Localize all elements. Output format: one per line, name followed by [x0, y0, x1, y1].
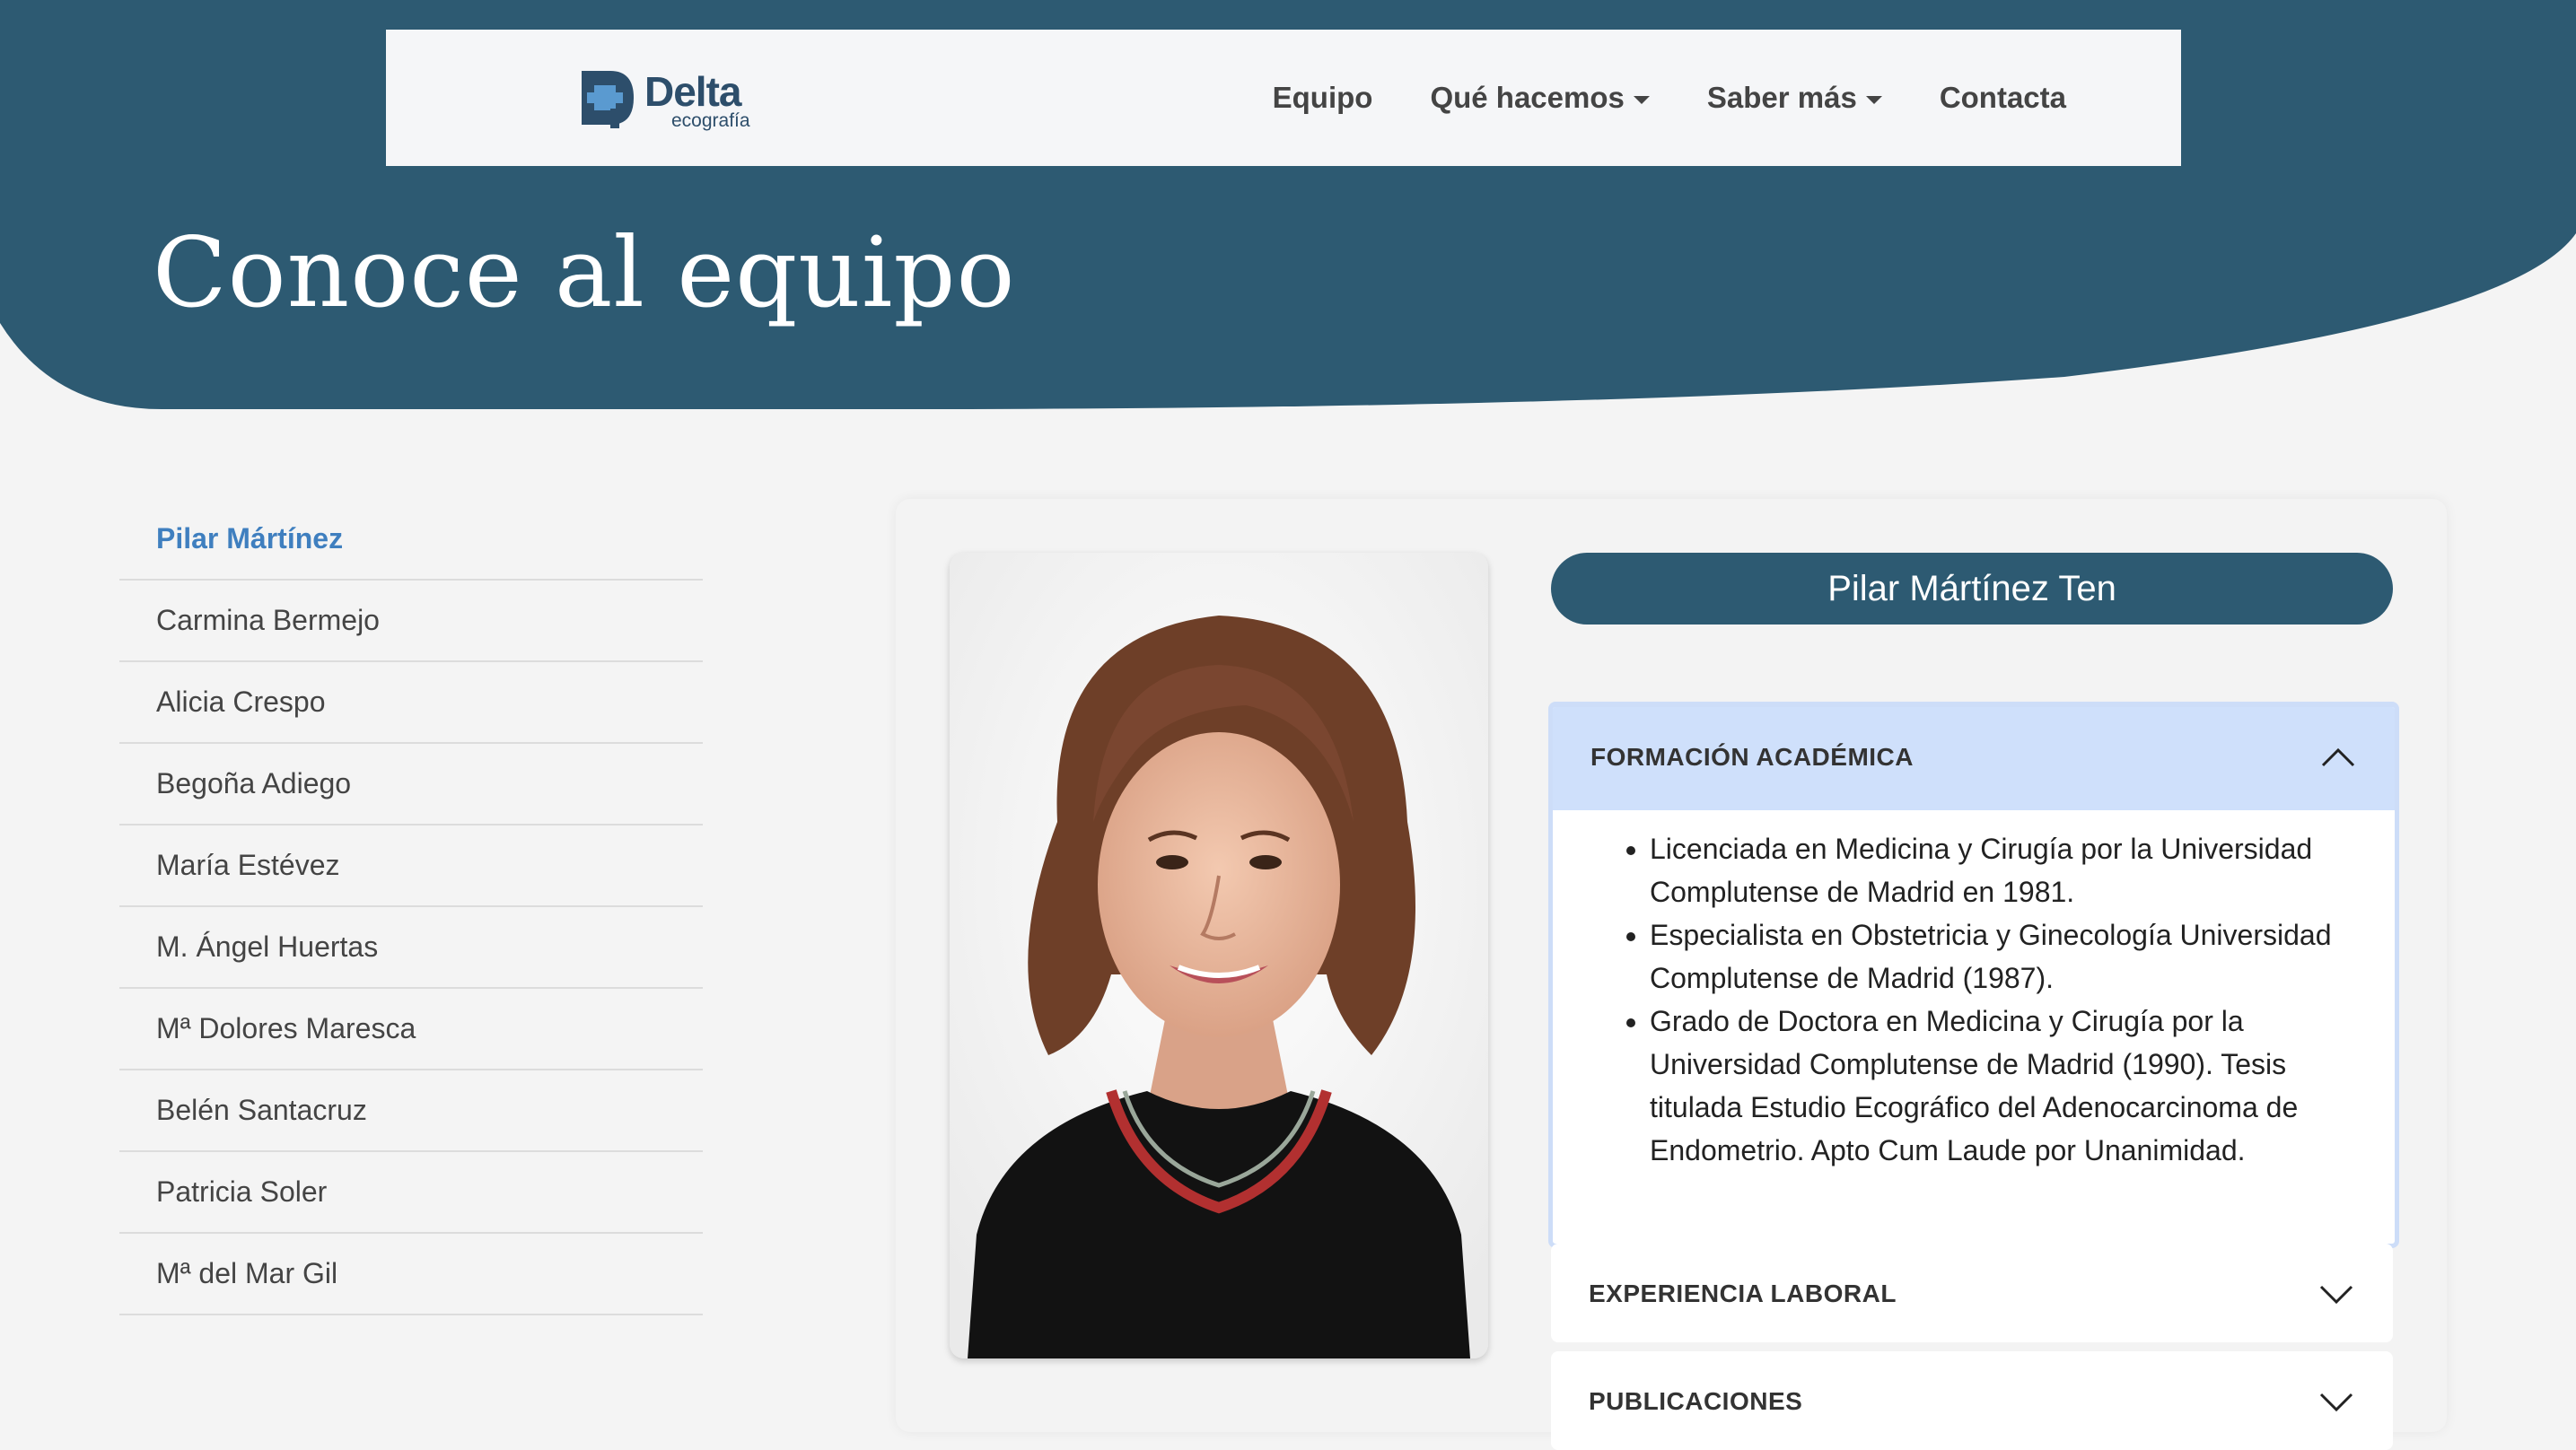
- nav-equipo[interactable]: Equipo: [1273, 81, 1373, 115]
- accordion-title-formacion: FORMACIÓN ACADÉMICA: [1590, 743, 1914, 771]
- navbar: Delta ecografía Equipo Qué hacemos Saber…: [386, 30, 2181, 166]
- profile-photo: [950, 553, 1488, 1358]
- accordion-header-experiencia[interactable]: EXPERIENCIA LABORAL: [1551, 1244, 2393, 1342]
- accordion-title-publicaciones: PUBLICACIONES: [1589, 1387, 1803, 1415]
- list-item: Especialista en Obstetricia y Ginecologí…: [1650, 913, 2359, 1000]
- team-item-alicia-crespo[interactable]: Alicia Crespo: [119, 662, 703, 744]
- accordion-header-formacion[interactable]: FORMACIÓN ACADÉMICA: [1553, 707, 2395, 808]
- accordion-publicaciones: PUBLICACIONES: [1551, 1351, 2393, 1450]
- team-item-mar-gil[interactable]: Mª del Mar Gil: [119, 1234, 703, 1315]
- team-list: Pilar Mártínez Carmina Bermejo Alicia Cr…: [119, 499, 703, 1315]
- profile-name: Pilar Mártínez Ten: [1551, 553, 2393, 625]
- nav-saber-mas-label: Saber más: [1706, 81, 1857, 114]
- caret-down-icon: [1865, 95, 1882, 104]
- accordion-body-formacion: Licenciada en Medicina y Cirugía por la …: [1553, 808, 2395, 1172]
- chevron-down-icon: [2319, 1393, 2353, 1411]
- nav-saber-mas[interactable]: Saber más: [1707, 81, 1882, 115]
- team-item-pilar-martinez[interactable]: Pilar Mártínez: [119, 499, 703, 581]
- nav-que-hacemos-label: Qué hacemos: [1430, 81, 1625, 114]
- accordion-experiencia: EXPERIENCIA LABORAL: [1551, 1244, 2393, 1342]
- chevron-down-icon: [2319, 1285, 2353, 1304]
- chevron-up-icon: [2321, 747, 2355, 767]
- brand-tagline: ecografía: [671, 110, 750, 131]
- main-nav: Equipo Qué hacemos Saber más Contacta: [1273, 30, 2066, 166]
- profile-card: Pilar Mártínez Ten FORMACIÓN ACADÉMICA L…: [896, 499, 2447, 1450]
- team-item-begona-adiego[interactable]: Begoña Adiego: [119, 744, 703, 825]
- nav-que-hacemos[interactable]: Qué hacemos: [1430, 81, 1650, 115]
- nav-contacta[interactable]: Contacta: [1940, 81, 2066, 115]
- nav-equipo-label: Equipo: [1272, 81, 1373, 114]
- team-item-belen-santacruz[interactable]: Belén Santacruz: [119, 1070, 703, 1152]
- team-item-patricia-soler[interactable]: Patricia Soler: [119, 1152, 703, 1234]
- brand-name: Delta: [644, 68, 741, 115]
- page-title: Conoce al equipo: [153, 217, 1016, 329]
- portrait-image: [950, 553, 1488, 1358]
- list-item: Licenciada en Medicina y Cirugía por la …: [1650, 827, 2359, 913]
- caret-down-icon: [1633, 95, 1650, 104]
- accordion-formacion: FORMACIÓN ACADÉMICA Licenciada en Medici…: [1548, 702, 2399, 1248]
- team-item-carmina-bermejo[interactable]: Carmina Bermejo: [119, 581, 703, 662]
- delta-logo-icon: [582, 71, 634, 128]
- nav-contacta-label: Contacta: [1939, 81, 2066, 114]
- list-item: Grado de Doctora en Medicina y Cirugía p…: [1650, 1000, 2359, 1172]
- team-item-angel-huertas[interactable]: M. Ángel Huertas: [119, 907, 703, 989]
- team-item-maria-estevez[interactable]: María Estévez: [119, 825, 703, 907]
- accordion-title-experiencia: EXPERIENCIA LABORAL: [1589, 1280, 1897, 1307]
- accordion-header-publicaciones[interactable]: PUBLICACIONES: [1551, 1351, 2393, 1450]
- brand-logo[interactable]: Delta ecografía: [574, 64, 754, 132]
- team-item-dolores-maresca[interactable]: Mª Dolores Maresca: [119, 989, 703, 1070]
